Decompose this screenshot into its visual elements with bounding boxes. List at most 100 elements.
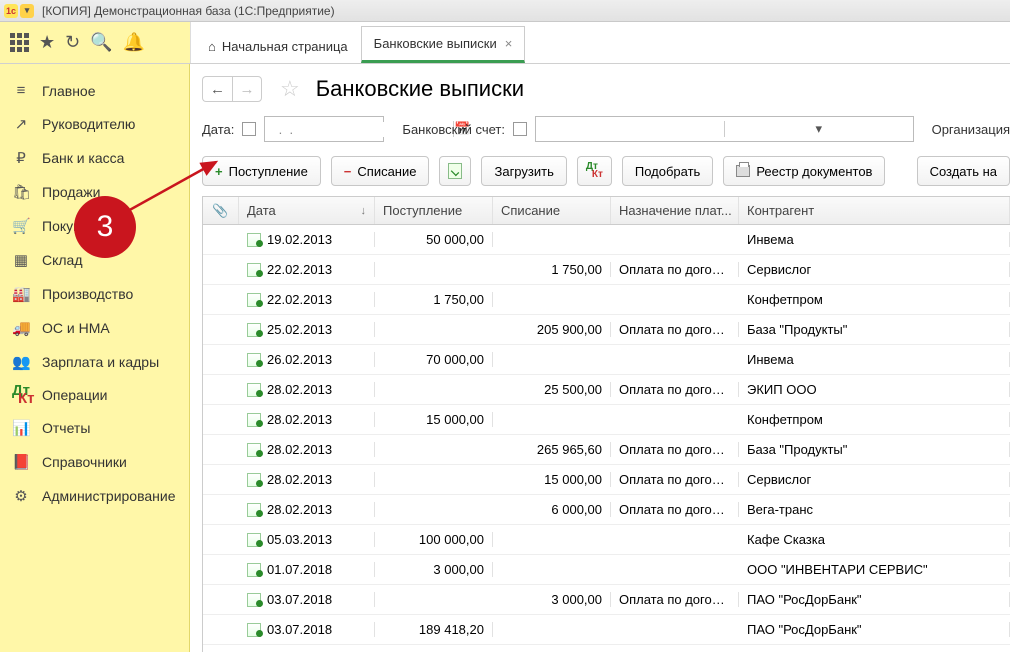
dtkt-icon: ДтКт xyxy=(586,163,603,179)
cell-purpose: Оплата по догово... xyxy=(611,262,739,277)
document-icon xyxy=(247,383,261,397)
cell-purpose: Оплата по догово... xyxy=(611,382,739,397)
dtkt-icon: ДтКт xyxy=(12,387,30,403)
page-title: Банковские выписки xyxy=(316,76,524,102)
cell-purpose: Оплата по догово... xyxy=(611,322,739,337)
cell-counterparty: Сервислог xyxy=(739,472,1010,487)
cell-counterparty: Конфетпром xyxy=(739,292,1010,307)
header-date[interactable]: Дата↓ xyxy=(239,197,375,224)
table-row[interactable]: 28.02.201315 000,00Оплата по догово...Се… xyxy=(203,465,1010,495)
cell-income: 70 000,00 xyxy=(375,352,493,367)
sidebar-item-11[interactable]: 📕Справочники xyxy=(0,445,189,479)
filter-date-input[interactable]: 📅 xyxy=(264,116,384,142)
load-button[interactable]: Загрузить xyxy=(481,156,566,186)
document-icon xyxy=(247,353,261,367)
table-row[interactable]: 03.07.2018ООО "ИНВЕНТАРИ СЕРВИС" xyxy=(203,645,1010,652)
create-label: Создать на xyxy=(930,164,997,179)
tab-home[interactable]: ⌂ Начальная страница xyxy=(195,29,361,63)
cell-outgoing: 3 000,00 xyxy=(493,592,611,607)
header-purpose[interactable]: Назначение плат... xyxy=(611,197,739,224)
favorite-star-icon[interactable]: ☆ xyxy=(280,76,300,102)
nav-forward-button[interactable]: → xyxy=(232,76,262,102)
content-area: ← → ☆ Банковские выписки Дата: 📅 Банковс… xyxy=(190,64,1010,652)
nav-back-button[interactable]: ← xyxy=(202,76,232,102)
cell-date: 28.02.2013 xyxy=(267,442,332,457)
header-income[interactable]: Поступление xyxy=(375,197,493,224)
history-icon[interactable]: ↻ xyxy=(65,32,80,53)
dropdown-icon[interactable]: ▾ xyxy=(20,4,34,18)
table-row[interactable]: 28.02.2013265 965,60Оплата по догово...Б… xyxy=(203,435,1010,465)
cell-income: 50 000,00 xyxy=(375,232,493,247)
cell-date: 19.02.2013 xyxy=(267,232,332,247)
chevron-down-icon[interactable]: ▾ xyxy=(724,121,913,137)
sidebar-icon: ₽ xyxy=(12,149,30,167)
table-row[interactable]: 03.07.2018189 418,20ПАО "РосДорБанк" xyxy=(203,615,1010,645)
tutorial-step-badge: 3 xyxy=(74,196,136,258)
cell-purpose: Оплата по догово... xyxy=(611,592,739,607)
tutorial-arrow xyxy=(116,152,246,222)
cell-date: 28.02.2013 xyxy=(267,382,332,397)
sidebar-icon: 📕 xyxy=(12,453,30,471)
table-row[interactable]: 28.02.20136 000,00Оплата по догово...Вег… xyxy=(203,495,1010,525)
cell-date: 05.03.2013 xyxy=(267,532,332,547)
table-row[interactable]: 03.07.20183 000,00Оплата по догово...ПАО… xyxy=(203,585,1010,615)
app-1c-icon: 1c xyxy=(4,4,18,18)
sidebar-item-6[interactable]: 🏭Производство xyxy=(0,277,189,311)
cell-counterparty: База "Продукты" xyxy=(739,442,1010,457)
sidebar-item-10[interactable]: 📊Отчеты xyxy=(0,411,189,445)
load-label: Загрузить xyxy=(494,164,553,179)
table-row[interactable]: 26.02.201370 000,00Инвема xyxy=(203,345,1010,375)
cell-outgoing: 25 500,00 xyxy=(493,382,611,397)
sidebar-icon: ≡ xyxy=(12,82,30,99)
sidebar-item-label: Зарплата и кадры xyxy=(42,354,159,370)
quick-iconbar: ★ ↻ 🔍 🔔 xyxy=(0,22,190,63)
sidebar-item-label: Банк и касса xyxy=(42,150,124,166)
table-row[interactable]: 05.03.2013100 000,00Кафе Сказка xyxy=(203,525,1010,555)
bell-icon[interactable]: 🔔 xyxy=(123,32,145,53)
search-icon[interactable]: 🔍 xyxy=(90,32,112,53)
sidebar-item-7[interactable]: 🚚ОС и НМА xyxy=(0,311,189,345)
header-counterparty[interactable]: Контрагент xyxy=(739,197,1010,224)
pick-button[interactable]: Подобрать xyxy=(622,156,713,186)
cell-date: 28.02.2013 xyxy=(267,502,332,517)
minus-icon: − xyxy=(344,164,352,179)
document-icon xyxy=(247,623,261,637)
cell-counterparty: Инвема xyxy=(739,352,1010,367)
sidebar-item-9[interactable]: ДтКтОперации xyxy=(0,379,189,411)
sidebar-icon: 🏭 xyxy=(12,285,30,303)
tab-home-label: Начальная страница xyxy=(222,39,348,54)
sidebar-item-1[interactable]: ↗Руководителю xyxy=(0,107,189,141)
document-icon xyxy=(247,233,261,247)
dtkt-button[interactable]: ДтКт xyxy=(577,156,612,186)
tab-bank-statements[interactable]: Банковские выписки × xyxy=(361,26,526,63)
table-row[interactable]: 28.02.201325 500,00Оплата по догово...ЭК… xyxy=(203,375,1010,405)
cell-counterparty: Инвема xyxy=(739,232,1010,247)
create-based-button[interactable]: Создать на xyxy=(917,156,1010,186)
sidebar-item-0[interactable]: ≡Главное xyxy=(0,74,189,107)
add-expense-button[interactable]: −Списание xyxy=(331,156,430,186)
cell-outgoing: 265 965,60 xyxy=(493,442,611,457)
star-icon[interactable]: ★ xyxy=(39,32,55,53)
table-row[interactable]: 22.02.20131 750,00Конфетпром xyxy=(203,285,1010,315)
close-icon[interactable]: × xyxy=(505,36,513,51)
table-row[interactable]: 25.02.2013205 900,00Оплата по догово...Б… xyxy=(203,315,1010,345)
sidebar-item-12[interactable]: ⚙Администрирование xyxy=(0,479,189,513)
cell-purpose: Оплата по догово... xyxy=(611,472,739,487)
filter-date-checkbox[interactable] xyxy=(242,122,256,136)
table-row[interactable]: 22.02.20131 750,00Оплата по догово...Сер… xyxy=(203,255,1010,285)
document-icon xyxy=(247,323,261,337)
sidebar-item-8[interactable]: 👥 Зарплата и кадры xyxy=(0,345,189,379)
filter-account-select[interactable]: ▾ xyxy=(535,116,914,142)
cell-income: 189 418,20 xyxy=(375,622,493,637)
document-icon xyxy=(247,443,261,457)
filter-account-checkbox[interactable] xyxy=(513,122,527,136)
apps-grid-icon[interactable] xyxy=(10,33,29,52)
header-outgoing[interactable]: Списание xyxy=(493,197,611,224)
table-row[interactable]: 01.07.20183 000,00ООО "ИНВЕНТАРИ СЕРВИС" xyxy=(203,555,1010,585)
sidebar-icon: 👥 xyxy=(12,353,30,371)
registry-button[interactable]: Реестр документов xyxy=(723,156,885,186)
cell-income: 15 000,00 xyxy=(375,412,493,427)
table-row[interactable]: 19.02.2013 50 000,00 Инвема xyxy=(203,225,1010,255)
refresh-doc-button[interactable] xyxy=(439,156,471,186)
table-row[interactable]: 28.02.201315 000,00Конфетпром xyxy=(203,405,1010,435)
